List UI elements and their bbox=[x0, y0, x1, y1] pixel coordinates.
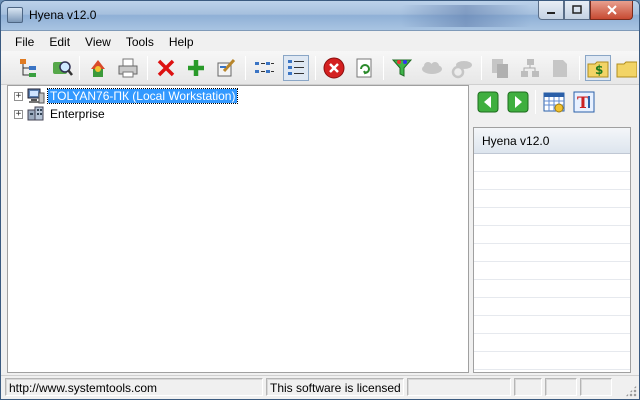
add-icon bbox=[188, 60, 204, 76]
delete-button[interactable] bbox=[153, 55, 179, 81]
add-button[interactable] bbox=[183, 55, 209, 81]
folder-button[interactable] bbox=[615, 55, 637, 81]
menu-view[interactable]: View bbox=[79, 35, 120, 49]
forward-arrow-icon bbox=[507, 91, 529, 113]
details-view-button[interactable] bbox=[283, 55, 309, 81]
app-icon bbox=[7, 7, 23, 23]
task-pane-list[interactable]: Hyena v12.0 bbox=[473, 127, 631, 373]
print-icon bbox=[118, 58, 138, 78]
close-button[interactable] bbox=[590, 1, 633, 20]
menu-tools[interactable]: Tools bbox=[120, 35, 163, 49]
calendar-button[interactable] bbox=[541, 89, 567, 115]
status-panel-empty-1 bbox=[407, 378, 511, 396]
cloud-icon bbox=[422, 62, 442, 74]
hierarchy-icon bbox=[521, 59, 539, 77]
delete-icon bbox=[157, 59, 175, 77]
tree-node-label[interactable]: TOLYAN76-ПК (Local Workstation) bbox=[46, 88, 239, 104]
tree-view-button[interactable] bbox=[15, 55, 41, 81]
folder-icon bbox=[616, 61, 637, 78]
cloud-sync-button[interactable] bbox=[449, 55, 475, 81]
reload-button[interactable] bbox=[351, 55, 377, 81]
menu-file[interactable]: File bbox=[1, 35, 43, 49]
hierarchy-button[interactable] bbox=[517, 55, 543, 81]
money-folder-button[interactable]: $ bbox=[585, 55, 611, 81]
tree-node-label[interactable]: Enterprise bbox=[48, 107, 107, 121]
large-icons-view-icon bbox=[255, 62, 274, 73]
svg-text:$: $ bbox=[595, 63, 603, 77]
properties-button[interactable] bbox=[213, 55, 239, 81]
copy-button[interactable] bbox=[487, 55, 513, 81]
status-panel-empty-2 bbox=[514, 378, 542, 396]
refresh-objects-button[interactable] bbox=[85, 55, 111, 81]
large-icons-view-button[interactable] bbox=[251, 55, 277, 81]
minimize-button[interactable] bbox=[538, 1, 564, 20]
document-button[interactable] bbox=[547, 55, 573, 81]
menu-help[interactable]: Help bbox=[163, 35, 203, 49]
object-tree[interactable]: + TOLYAN76-ПК (Local Workstation) + Ente… bbox=[7, 85, 469, 373]
status-bar: http://www.systemtools.com This software… bbox=[1, 375, 639, 399]
status-url: http://www.systemtools.com bbox=[5, 378, 263, 396]
reload-icon bbox=[356, 58, 372, 78]
main-window: Hyena v12.0 File Edit View Tools Help $ … bbox=[0, 0, 640, 400]
details-view-icon bbox=[288, 60, 304, 75]
cloud-button[interactable] bbox=[419, 55, 445, 81]
expand-toggle[interactable]: + bbox=[14, 91, 23, 101]
text-button[interactable]: T bbox=[571, 89, 597, 115]
close-icon bbox=[606, 5, 617, 15]
status-license: This software is licensed t bbox=[266, 378, 404, 396]
find-button[interactable] bbox=[49, 55, 75, 81]
expand-toggle[interactable]: + bbox=[14, 109, 23, 119]
maximize-icon bbox=[572, 5, 582, 14]
menu-edit[interactable]: Edit bbox=[43, 35, 79, 49]
money-folder-icon: $ bbox=[587, 61, 609, 78]
svg-text:T: T bbox=[577, 93, 589, 112]
print-button[interactable] bbox=[115, 55, 141, 81]
stop-button[interactable] bbox=[321, 55, 347, 81]
resize-grip[interactable] bbox=[625, 385, 637, 397]
main-toolbar: $ bbox=[1, 51, 639, 85]
minimize-icon bbox=[547, 12, 555, 14]
tree-node-enterprise[interactable]: + Enterprise bbox=[14, 106, 107, 122]
enterprise-icon bbox=[27, 106, 45, 122]
properties-icon bbox=[217, 58, 236, 77]
tree-view-icon bbox=[20, 59, 36, 77]
back-arrow-icon bbox=[477, 91, 499, 113]
cloud-sync-icon bbox=[451, 61, 472, 79]
filter-icon bbox=[391, 59, 413, 77]
forward-button[interactable] bbox=[505, 89, 531, 115]
find-icon bbox=[53, 61, 73, 76]
caption-buttons bbox=[538, 1, 633, 21]
task-pane-header: Hyena v12.0 bbox=[474, 128, 630, 154]
refresh-objects-icon bbox=[91, 60, 105, 77]
maximize-button[interactable] bbox=[564, 1, 590, 20]
status-panel-empty-3 bbox=[545, 378, 577, 396]
workstation-icon bbox=[27, 88, 45, 104]
task-pane: T Hyena v12.0 bbox=[471, 85, 633, 373]
background-window-ghost bbox=[401, 5, 531, 27]
stop-icon bbox=[323, 57, 345, 79]
title-bar[interactable]: Hyena v12.0 bbox=[1, 1, 639, 31]
filter-button[interactable] bbox=[389, 55, 415, 81]
tree-node-workstation[interactable]: + TOLYAN76-ПК (Local Workstation) bbox=[14, 88, 239, 104]
back-button[interactable] bbox=[475, 89, 501, 115]
task-pane-toolbar: T bbox=[471, 85, 633, 119]
status-panel-empty-4 bbox=[580, 378, 612, 396]
calendar-icon bbox=[543, 92, 565, 113]
menu-bar: File Edit View Tools Help bbox=[1, 32, 639, 51]
text-icon: T bbox=[573, 91, 595, 113]
document-icon bbox=[553, 60, 567, 77]
window-title: Hyena v12.0 bbox=[29, 8, 97, 22]
copy-icon bbox=[492, 59, 508, 78]
